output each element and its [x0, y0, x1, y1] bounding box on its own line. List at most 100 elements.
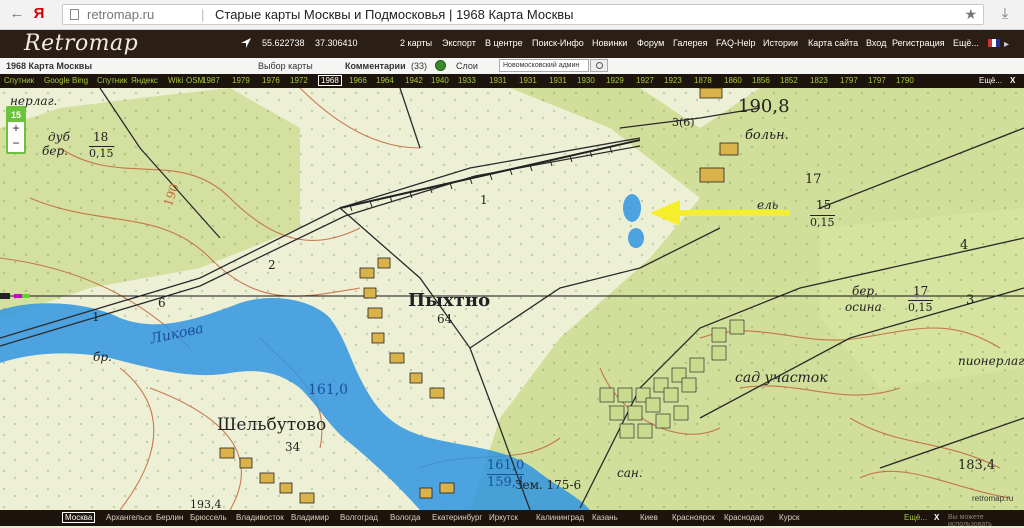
years-close-button[interactable]: X — [1010, 76, 1015, 85]
city-link-1[interactable]: Архангельск — [106, 513, 152, 522]
menu-sitemap[interactable]: Карта сайта — [808, 38, 858, 48]
download-icon[interactable]: ⤓ — [996, 5, 1014, 23]
year-link-1[interactable]: Google — [44, 76, 70, 85]
year-link-2[interactable]: Bing — [72, 76, 88, 85]
back-button[interactable]: ← — [8, 5, 26, 23]
year-link-21[interactable]: 1929 — [606, 76, 624, 85]
year-link-16[interactable]: 1933 — [458, 76, 476, 85]
menu-new[interactable]: Новинки — [592, 38, 627, 48]
menu-export[interactable]: Экспорт — [442, 38, 476, 48]
label-elev-1908: 190,8 — [738, 96, 790, 117]
label-shelbutovo: Шельбутово — [217, 415, 327, 435]
zoom-in-button[interactable]: + — [10, 122, 22, 135]
year-link-18[interactable]: 1931 — [519, 76, 537, 85]
year-link-13[interactable]: 1964 — [376, 76, 394, 85]
address-bar[interactable]: retromap.ru | Старые карты Москвы и Подм… — [62, 4, 984, 25]
city-link-11[interactable]: Казань — [592, 513, 618, 522]
city-link-0[interactable]: Москва — [62, 512, 96, 523]
label-br: бр. — [93, 350, 112, 364]
label-shelbutovo-num: 34 — [285, 440, 301, 454]
label-frac-015: 0,15 — [89, 146, 114, 160]
year-link-29[interactable]: 1797 — [840, 76, 858, 85]
year-link-9[interactable]: 1976 — [262, 76, 280, 85]
year-link-20[interactable]: 1930 — [577, 76, 595, 85]
year-link-7[interactable]: 1987 — [202, 76, 220, 85]
label-elev-193: 193,4 — [190, 498, 222, 510]
city-link-12[interactable]: Киев — [640, 513, 658, 522]
city-link-14[interactable]: Краснодар — [724, 513, 764, 522]
choose-map-link[interactable]: Выбор карты — [258, 61, 313, 71]
menu-register[interactable]: Регистрация — [892, 38, 945, 48]
cities-close-button[interactable]: X — [934, 513, 939, 522]
bookmark-star-icon[interactable]: ★ — [964, 5, 977, 24]
label-pykhtno-num: 64 — [437, 312, 453, 326]
menu-login[interactable]: Вход — [866, 38, 886, 48]
watermark: retromap.ru — [972, 494, 1014, 503]
label-km36: 3(6) — [672, 116, 695, 129]
layers-icon[interactable] — [435, 60, 446, 71]
year-link-22[interactable]: 1927 — [636, 76, 654, 85]
locate-arrow-icon[interactable] — [240, 37, 252, 49]
menu-search-info[interactable]: Поиск-Инфо — [532, 38, 584, 48]
year-link-3[interactable]: Спутник — [97, 76, 127, 85]
url-page-title: Старые карты Москвы и Подмосковья | 1968… — [215, 7, 574, 22]
year-link-19[interactable]: 1931 — [549, 76, 567, 85]
year-link-10[interactable]: 1972 — [290, 76, 308, 85]
map-canvas[interactable]: 15 + − Пыхтно 64 Шельбутово 34 Ликова са… — [0, 88, 1024, 510]
city-link-9[interactable]: Иркутск — [489, 513, 518, 522]
longitude: 37.306410 — [315, 38, 358, 48]
map-source-bar: Спутник Google Bing Спутник Яндекс Wiki OSM 198… — [0, 74, 1024, 88]
city-link-15[interactable]: Курск — [779, 513, 800, 522]
menu-stories[interactable]: Истории — [763, 38, 798, 48]
menu-faq[interactable]: FAQ-Help — [716, 38, 756, 48]
year-link-26[interactable]: 1856 — [752, 76, 770, 85]
year-link-14[interactable]: 1942 — [405, 76, 423, 85]
search-button[interactable] — [590, 59, 608, 72]
menu-center[interactable]: В центре — [485, 38, 523, 48]
yandex-logo-icon[interactable]: Я — [30, 5, 48, 23]
search-input[interactable]: Новомосковский админ — [499, 59, 589, 72]
menu-more[interactable]: Ещё... — [953, 38, 979, 48]
map-graphic[interactable] — [0, 88, 1024, 510]
city-link-8[interactable]: Екатеринбург — [432, 513, 482, 522]
year-link-25[interactable]: 1860 — [724, 76, 742, 85]
city-link-2[interactable]: Берлин — [156, 513, 183, 522]
cities-more-link[interactable]: Ещё... — [904, 513, 927, 522]
year-link-27[interactable]: 1852 — [780, 76, 798, 85]
year-link-12[interactable]: 1966 — [349, 76, 367, 85]
year-link-15[interactable]: 1940 — [431, 76, 449, 85]
year-link-8[interactable]: 1979 — [232, 76, 250, 85]
current-map-name: 1968 Карта Москвы — [6, 61, 93, 71]
year-link-31[interactable]: 1790 — [896, 76, 914, 85]
year-link-5[interactable]: Wiki — [168, 76, 183, 85]
label-frac-17: 17 — [913, 284, 929, 298]
layers-link[interactable]: Слои — [456, 61, 478, 71]
city-link-5[interactable]: Владимир — [291, 513, 329, 522]
zoom-out-button[interactable]: − — [10, 137, 22, 150]
menu-gallery[interactable]: Галерея — [673, 38, 708, 48]
language-flag-icon[interactable] — [988, 39, 1000, 47]
menu-2maps[interactable]: 2 карты — [400, 38, 432, 48]
label-naplag: нерлаг. — [10, 94, 58, 108]
map-toolbar: 1968 Карта Москвы Выбор карты Комментари… — [0, 58, 1024, 75]
city-link-4[interactable]: Владивосток — [236, 513, 284, 522]
year-link-4[interactable]: Яндекс — [131, 76, 158, 85]
menu-forum[interactable]: Форум — [637, 38, 664, 48]
city-link-13[interactable]: Красноярск — [672, 513, 715, 522]
years-more-link[interactable]: Ещё... — [979, 76, 1002, 85]
city-link-6[interactable]: Волгоград — [340, 513, 378, 522]
city-link-7[interactable]: Вологда — [390, 513, 421, 522]
city-link-3[interactable]: Брюссель — [190, 513, 227, 522]
year-link-0[interactable]: Спутник — [4, 76, 34, 85]
comments-link[interactable]: Комментарии — [345, 61, 406, 71]
header-scroll-icon[interactable]: ▸ — [1004, 39, 1009, 50]
year-link-24[interactable]: 1878 — [694, 76, 712, 85]
year-link-28[interactable]: 1823 — [810, 76, 828, 85]
city-link-10[interactable]: Калининград — [536, 513, 584, 522]
year-link-30[interactable]: 1797 — [868, 76, 886, 85]
year-link-11[interactable]: 1968 — [318, 75, 342, 86]
year-link-23[interactable]: 1923 — [664, 76, 682, 85]
year-link-17[interactable]: 1931 — [489, 76, 507, 85]
site-logo[interactable]: Retromap — [24, 31, 138, 56]
label-elev-1834: 183,4 — [958, 458, 996, 473]
